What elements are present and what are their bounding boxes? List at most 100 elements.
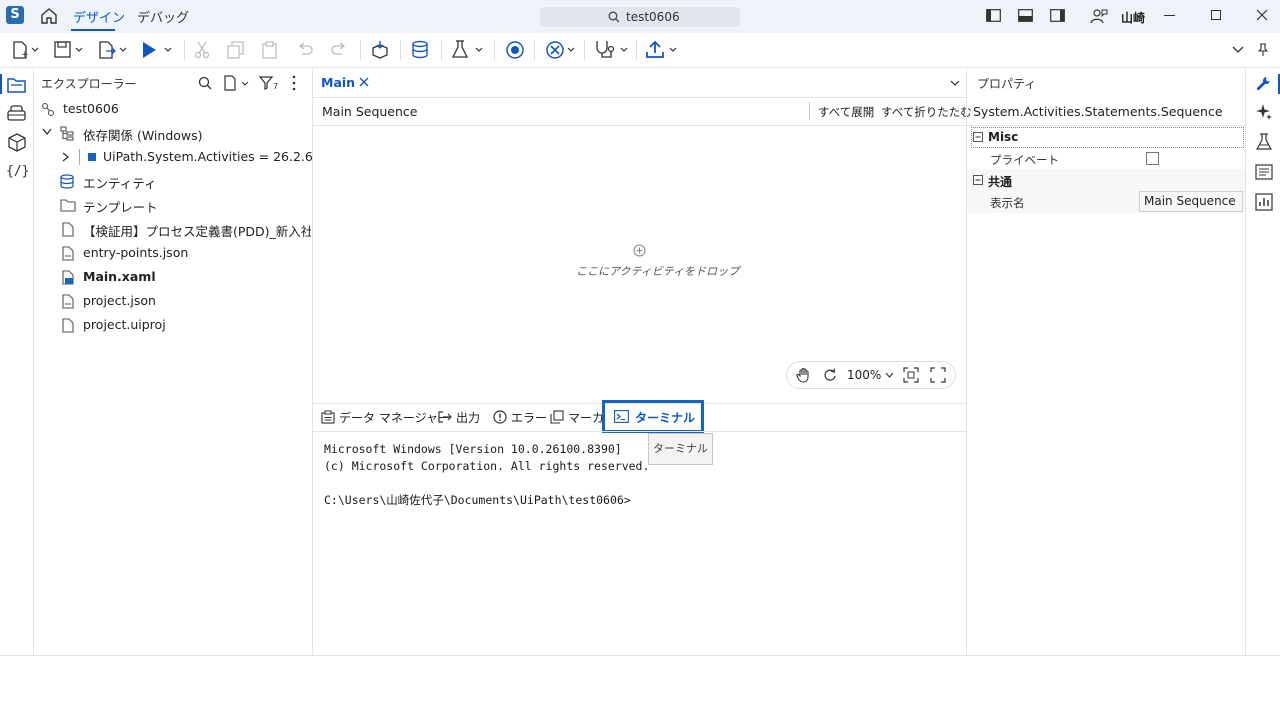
explorer-more-icon[interactable] xyxy=(292,75,296,91)
tree-entry-points[interactable]: entry-points.json xyxy=(83,245,188,260)
tab-markers[interactable]: マーカー xyxy=(568,409,603,426)
expand-all-button[interactable]: すべて展開 xyxy=(818,104,874,120)
app-logo-icon: S xyxy=(6,6,24,24)
pin-icon[interactable] xyxy=(1258,43,1268,57)
private-checkbox[interactable] xyxy=(1146,152,1159,165)
redo-icon[interactable] xyxy=(330,42,348,58)
tab-debug[interactable]: デバッグ xyxy=(137,7,189,26)
new-file-icon[interactable]: + xyxy=(12,41,40,59)
hand-tool-icon[interactable] xyxy=(796,367,812,383)
tab-errors[interactable]: エラー xyxy=(511,409,547,426)
zoom-value[interactable]: 100% xyxy=(847,368,881,382)
divider xyxy=(313,97,966,98)
terminal-prompt[interactable]: C:\Users\山崎佐代子\Documents\UiPath\test0606… xyxy=(324,492,631,508)
toolbar-separator xyxy=(400,40,401,60)
toolbar-overflow-chevron-icon[interactable] xyxy=(1232,46,1244,54)
activity-bar xyxy=(0,69,34,655)
variables-code-icon[interactable]: {/} xyxy=(6,164,29,179)
analytics-chart-icon[interactable] xyxy=(1255,193,1273,211)
test-flask-icon[interactable] xyxy=(452,40,484,60)
collapse-category-icon[interactable] xyxy=(973,175,983,185)
test-flask-icon[interactable] xyxy=(1256,133,1272,151)
outline-list-icon[interactable] xyxy=(1255,164,1273,180)
terminal-line: Microsoft Windows [Version 10.0.26100.83… xyxy=(324,442,622,456)
collapse-chevron-icon[interactable] xyxy=(42,128,52,136)
maximize-icon[interactable] xyxy=(1211,10,1221,20)
svg-text:+: + xyxy=(21,50,29,59)
tree-entities[interactable]: エンティティ xyxy=(83,173,157,192)
home-icon[interactable] xyxy=(40,7,58,25)
layout-left-panel-icon[interactable] xyxy=(986,9,1001,22)
tree-project-uiproj[interactable]: project.uiproj xyxy=(83,317,166,332)
remove-unused-icon[interactable] xyxy=(545,40,577,60)
divider xyxy=(809,102,810,120)
snippets-box-icon[interactable] xyxy=(7,133,27,153)
file-icon xyxy=(61,318,75,333)
collapse-all-button[interactable]: すべて折りたたむ xyxy=(881,104,972,120)
tree-project-json[interactable]: project.json xyxy=(83,293,156,308)
tree-pdd-file[interactable]: 【検証用】プロセス定義書(PDD)_新入社員オン: xyxy=(83,221,311,240)
ai-sparkle-icon[interactable] xyxy=(1255,103,1273,121)
tabs-dropdown-chevron-icon[interactable] xyxy=(950,80,960,87)
expand-chevron-icon[interactable] xyxy=(62,152,70,162)
divider xyxy=(0,655,1280,656)
toolbar-separator xyxy=(360,40,361,60)
reset-zoom-icon[interactable] xyxy=(823,368,837,382)
tab-data-manager[interactable]: データ マネージャー xyxy=(339,409,450,426)
undo-icon[interactable] xyxy=(296,42,314,58)
data-service-icon[interactable] xyxy=(411,40,431,60)
json-file-icon xyxy=(61,294,75,309)
file-icon xyxy=(61,222,75,237)
close-window-icon[interactable] xyxy=(1256,9,1268,21)
feedback-person-icon[interactable] xyxy=(1090,8,1108,24)
tooltip: ターミナル xyxy=(648,433,713,465)
cut-icon[interactable] xyxy=(194,41,210,59)
explorer-search-icon[interactable] xyxy=(198,76,212,90)
fullscreen-icon[interactable] xyxy=(930,367,946,383)
toolbar-separator xyxy=(584,40,585,60)
tab-design[interactable]: デザイン xyxy=(73,7,125,26)
data-manager-icon xyxy=(321,410,335,424)
output-icon xyxy=(438,410,452,424)
record-icon[interactable] xyxy=(505,40,525,60)
analyze-icon[interactable] xyxy=(595,40,629,60)
explorer-new-icon[interactable] xyxy=(224,75,252,91)
category-common: 共通 xyxy=(988,175,1013,189)
explorer-icon[interactable] xyxy=(7,76,27,94)
activities-icon[interactable] xyxy=(7,104,27,122)
user-name[interactable]: 山崎 xyxy=(1121,9,1145,26)
project-icon xyxy=(41,102,55,117)
markers-icon xyxy=(550,410,564,424)
fit-to-screen-icon[interactable] xyxy=(903,367,919,383)
tree-templates[interactable]: テンプレート xyxy=(83,197,158,216)
export-file-icon[interactable] xyxy=(98,41,128,59)
tree-project-name[interactable]: test0606 xyxy=(63,101,119,116)
terminal-icon xyxy=(614,410,629,423)
manage-packages-icon[interactable] xyxy=(370,40,390,60)
layout-bottom-panel-icon[interactable] xyxy=(1018,9,1033,22)
tree-guide xyxy=(79,149,80,165)
explorer-filter-icon[interactable]: 7 xyxy=(259,76,281,90)
divider xyxy=(967,125,1245,126)
tree-dependencies[interactable]: 依存関係 (Windows) xyxy=(83,125,203,144)
run-icon[interactable] xyxy=(141,41,173,59)
tab-main[interactable]: Main xyxy=(321,75,355,90)
publish-icon[interactable] xyxy=(645,40,679,60)
display-name-input[interactable]: Main Sequence xyxy=(1139,191,1243,212)
zoom-dropdown-chevron-icon[interactable] xyxy=(885,372,894,378)
tab-terminal[interactable]: ターミナル xyxy=(635,409,695,426)
add-activity-icon[interactable] xyxy=(633,244,646,257)
tree-main-xaml[interactable]: Main.xaml xyxy=(83,269,156,284)
toolbar-separator xyxy=(494,40,495,60)
paste-icon[interactable] xyxy=(261,41,279,59)
divider xyxy=(313,125,966,126)
save-icon[interactable] xyxy=(54,41,84,59)
minimize-icon[interactable] xyxy=(1164,15,1175,16)
collapse-category-icon[interactable] xyxy=(973,132,983,142)
close-tab-icon[interactable] xyxy=(359,77,369,87)
copy-icon[interactable] xyxy=(227,41,245,59)
layout-right-panel-icon[interactable] xyxy=(1050,9,1065,22)
properties-wrench-icon[interactable] xyxy=(1255,75,1273,93)
tab-output[interactable]: 出力 xyxy=(456,409,480,426)
tree-dependency-item[interactable]: UiPath.System.Activities = 26.2.6 xyxy=(103,149,313,164)
